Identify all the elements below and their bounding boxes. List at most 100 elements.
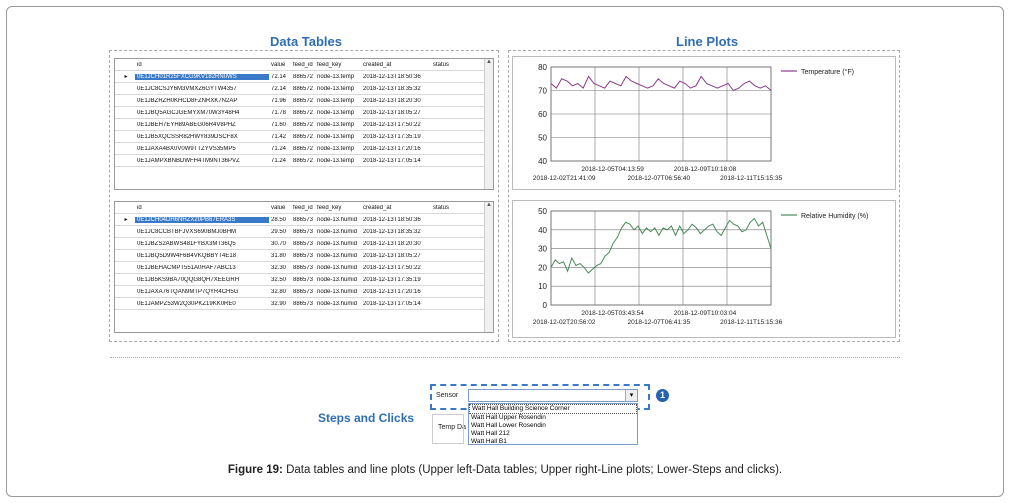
dropdown-option[interactable]: Watt Hall Upper Rosendin	[469, 414, 637, 422]
cell-id: 0E1JB5XQCSSR82HWY839DSCF8X	[137, 133, 238, 140]
cell-feed-key: node-13.temp	[317, 133, 355, 140]
cell-value: 32.80	[271, 288, 287, 295]
y-tick-label: 50	[538, 207, 547, 216]
sensor-label: Sensor	[436, 392, 459, 399]
table-row[interactable]: 0E1JC8CCBTBFJVXS690BMJ0BHM 29.50 886573 nod…	[115, 226, 493, 238]
cell-id: 0E1JC8CSJY6M3VMXZ6GYTW4357	[137, 85, 237, 92]
sensor-dropdown-list[interactable]: Watt Hall Building Science Corner Watt H…	[468, 403, 638, 445]
cell-created-at: 2018-12-13T17:05:14	[363, 300, 421, 307]
section-divider	[110, 357, 900, 358]
cell-id: 0E1JAXA76TQAN9MTP7QYR4CH5G	[137, 288, 239, 295]
cell-feed-id: 886572	[293, 85, 314, 92]
table-row[interactable]: ▸ 0E1JCH01R25FXCG9KV182RN0WS 72.14 886572 no…	[115, 71, 493, 83]
cell-value: 30.70	[271, 240, 287, 247]
cell-feed-id: 886572	[293, 121, 314, 128]
cell-value: 31.80	[271, 252, 287, 259]
table-row[interactable]: 0E1JAMPZ53W2Q30PKZ19KK0RE0 32.90 886573 nod…	[115, 298, 493, 310]
caption-label: Figure 19:	[227, 464, 283, 476]
y-tick-label: 20	[538, 263, 547, 272]
sensor-select[interactable]: ▾	[468, 389, 638, 402]
x-tick-label: 2018-12-11T15:15:35	[720, 175, 782, 182]
cell-created-at: 2018-12-13T18:35:32	[363, 85, 421, 92]
y-tick-label: 40	[538, 157, 547, 166]
humidity-table[interactable]: id value feed_id feed_key created_at sta…	[114, 201, 494, 333]
cell-id: 0E1JBZS2ABWS481FYBX3MT36Q5	[137, 240, 236, 247]
legend-label: Relative Humidity (%)	[801, 213, 868, 220]
y-tick-label: 70	[538, 87, 547, 96]
x-tick-label: 2018-12-02T21:41:09	[533, 175, 596, 182]
cell-feed-id: 886573	[293, 300, 314, 307]
humidity-chart: 0 10 20 30 40 50 Relative Humidity (%) 2018-12-…	[533, 207, 868, 326]
cell-created-at: 2018-12-13T18:35:32	[363, 228, 421, 235]
cell-created-at: 2018-12-13T18:20:30	[363, 240, 421, 247]
temperature-plot-box: 40 50 60 70 80 Temperature (°F) 2018-12-05T04:…	[512, 56, 896, 190]
cell-feed-key: node-13.humid	[317, 216, 358, 223]
cell-id: 0E1JBEH7EYH89ABEG06R4V8PHZ	[137, 121, 236, 128]
cell-created-at: 2018-12-13T17:05:14	[363, 157, 421, 164]
col-value-header[interactable]: value	[269, 62, 291, 68]
cell-id: 0E1JBQ5AGCJGEMYXM70W3Y48H4	[137, 109, 240, 116]
y-tick-label: 50	[538, 134, 547, 143]
col-status-header[interactable]: status	[431, 205, 453, 211]
dropdown-option[interactable]: Watt Hall Lower Rosendin	[469, 422, 637, 430]
chevron-down-icon[interactable]: ▾	[625, 390, 637, 401]
cell-feed-id: 886572	[293, 109, 314, 116]
table-row[interactable]: 0E1JB5KS9BA70QQG8QH7XEEGRH 32.50 886573 nod…	[115, 274, 493, 286]
table-scrollbar[interactable]: ▲	[484, 59, 493, 189]
table-row[interactable]: 0E1JC8CSJY6M3VMXZ6GYTW4357 72.14 886572 nod…	[115, 83, 493, 95]
cell-feed-key: node-13.temp	[317, 157, 355, 164]
col-created-at-header[interactable]: created_at	[361, 205, 431, 211]
table-row[interactable]: 0E1JBZRZH0KHCD8FZNRXK7N2AP 71.96 886572 nod…	[115, 95, 493, 107]
y-tick-label: 0	[543, 301, 548, 310]
cell-id: 0E1JAMPXBNBDWFH4TM9NT36PVZ	[137, 157, 240, 164]
col-feed-id-header[interactable]: feed_id	[291, 62, 315, 68]
cell-feed-id: 886573	[293, 276, 314, 283]
col-id-header[interactable]: id	[135, 62, 269, 68]
temperature-chart: 40 50 60 70 80 Temperature (°F) 2018-12-05T04:…	[533, 63, 854, 182]
col-feed-key-header[interactable]: feed_key	[315, 62, 361, 68]
table-row[interactable]: 0E1JBQ5D9W4F6B4VKQBBYT4E18 31.80 886573 nod…	[115, 250, 493, 262]
cell-id: 0E1JBZRZH0KHCD8FZNRXK7N2AP	[137, 97, 238, 104]
cell-feed-id: 886573	[293, 252, 314, 259]
cell-value: 28.50	[271, 216, 287, 223]
cell-feed-id: 886572	[293, 145, 314, 152]
plot-area	[550, 210, 772, 306]
cell-value: 72.14	[271, 85, 287, 92]
table-row[interactable]: 0E1JAMPXBNBDWFH4TM9NT36PVZ 71.24 886572 nod…	[115, 155, 493, 167]
cell-id: 0E1JCH04DH6NHZX20PB67ERA3S	[135, 216, 269, 223]
table-row[interactable]: 0E1JBEHACMPT551A0HAF7ABC13 32.30 886573 nod…	[115, 262, 493, 274]
table-row[interactable]: ▸ 0E1JCH04DH6NHZX20PB67ERA3S 28.50 886573 no…	[115, 214, 493, 226]
cell-created-at: 2018-12-13T17:20:16	[363, 288, 421, 295]
col-created-at-header[interactable]: created_at	[361, 62, 431, 68]
cell-created-at: 2018-12-13T18:50:36	[363, 216, 421, 223]
cell-value: 71.78	[271, 109, 287, 116]
x-tick-label: 2018-12-07T06:41:35	[628, 319, 691, 326]
cell-id: 0E1JC8CCBTBFJVXS690BMJ0BHM	[137, 228, 237, 235]
col-feed-id-header[interactable]: feed_id	[291, 205, 315, 211]
x-tick-label: 2018-12-09T10:03:04	[674, 310, 737, 317]
dropdown-option[interactable]: Watt Hall 212	[469, 430, 637, 438]
cell-value: 29.50	[271, 228, 287, 235]
table-row[interactable]: 0E1JBZS2ABWS481FYBX3MT36Q5 30.70 886573 nod…	[115, 238, 493, 250]
table-row[interactable]: 0E1JB5XQCSSR82HWY839DSCF8X 71.42 886572 nod…	[115, 131, 493, 143]
table-row[interactable]: 0E1JAXA4BX0V0W9TTZYVS35MP5 71.24 886572 nod…	[115, 143, 493, 155]
col-status-header[interactable]: status	[431, 62, 453, 68]
col-value-header[interactable]: value	[269, 205, 291, 211]
cell-feed-id: 886573	[293, 228, 314, 235]
cell-feed-key: node-13.temp	[317, 145, 355, 152]
steps-and-clicks-title: Steps and Clicks	[318, 411, 415, 425]
row-pointer-icon: ▸	[124, 74, 128, 80]
table-scrollbar[interactable]: ▲	[484, 202, 493, 332]
col-feed-key-header[interactable]: feed_key	[315, 205, 361, 211]
dropdown-option[interactable]: Watt Hall Building Science Corner	[469, 404, 637, 414]
table-row[interactable]: 0E1JBQ5AGCJGEMYXM70W3Y48H4 71.78 886572 nod…	[115, 107, 493, 119]
cell-feed-key: node-13.humid	[317, 276, 358, 283]
temperature-table[interactable]: id value feed_id feed_key created_at sta…	[114, 58, 494, 190]
y-tick-label: 60	[538, 110, 547, 119]
dropdown-option[interactable]: Watt Hall B1	[469, 438, 637, 446]
cell-feed-key: node-13.temp	[317, 85, 355, 92]
table-row[interactable]: 0E1JAXA76TQAN9MTP7QYR4CH5G 32.80 886573 nod…	[115, 286, 493, 298]
cell-value: 71.60	[271, 121, 287, 128]
table-row[interactable]: 0E1JBEH7EYH89ABEG06R4V8PHZ 71.60 886572 nod…	[115, 119, 493, 131]
col-id-header[interactable]: id	[135, 205, 269, 211]
